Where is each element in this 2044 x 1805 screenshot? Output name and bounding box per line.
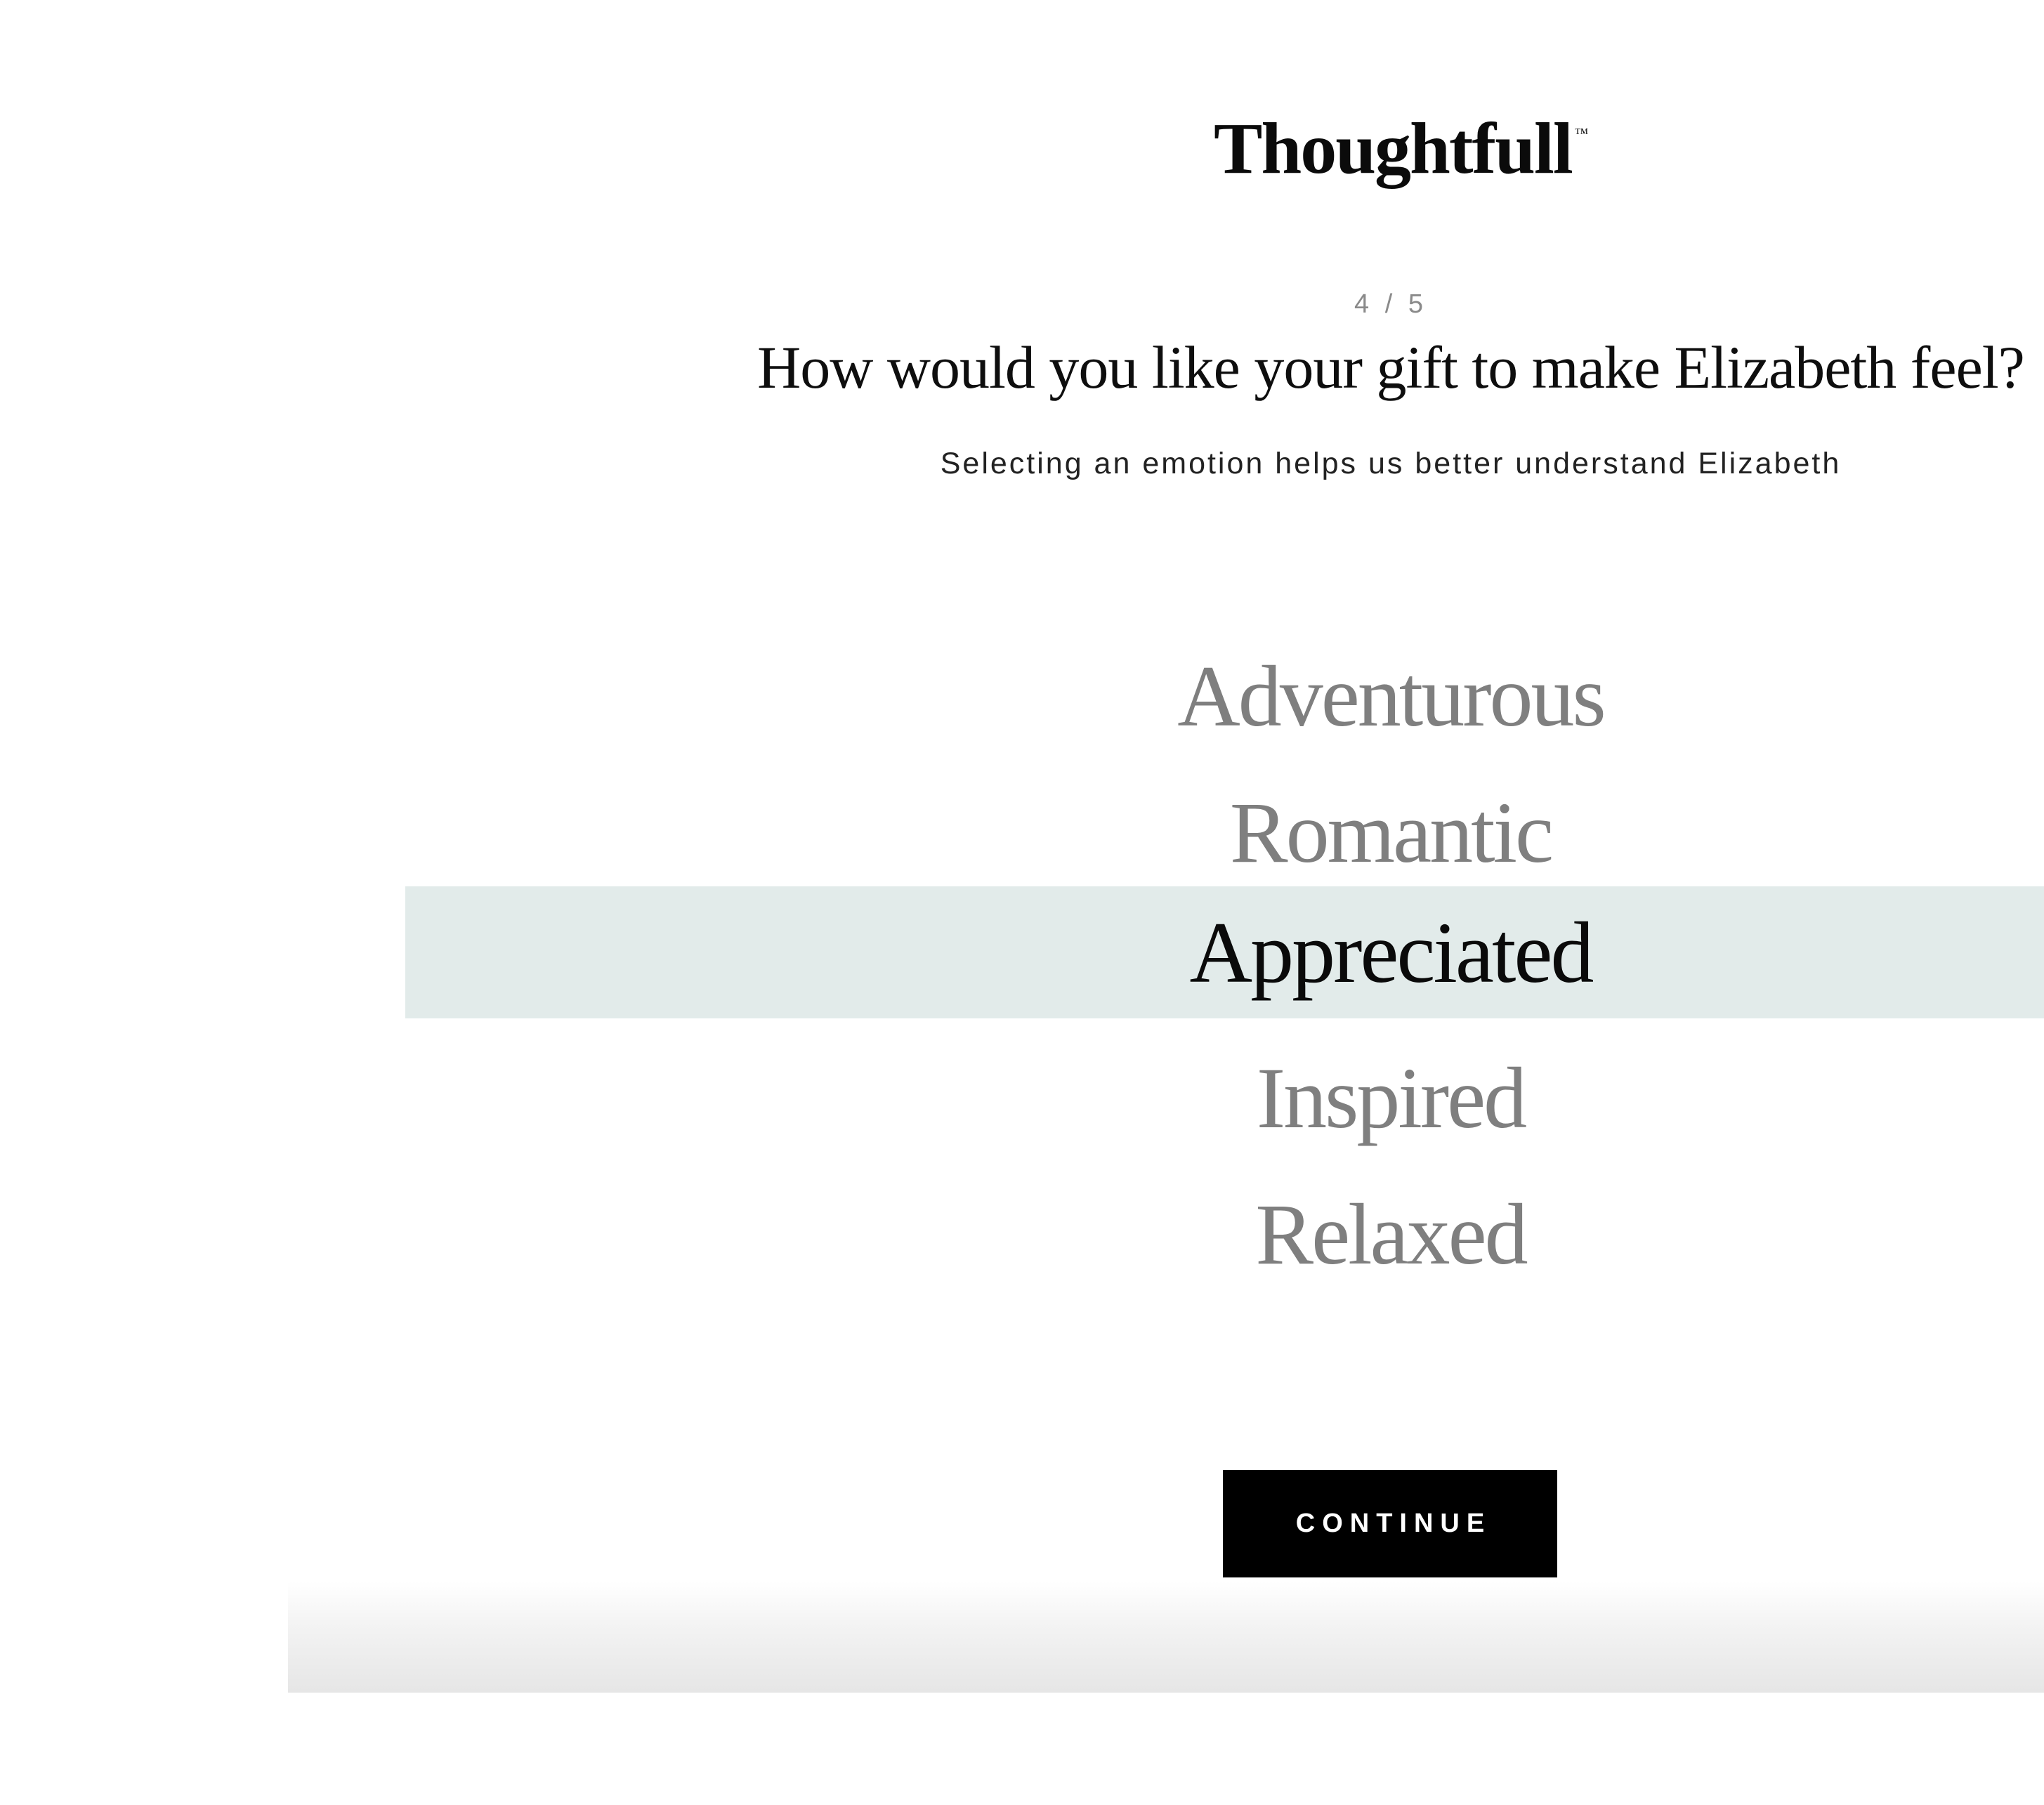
step-progress: 4 / 5 <box>1354 289 1427 319</box>
brand-logo[interactable]: Thoughtfull ™ <box>1214 112 1588 185</box>
question-title: How would you like your gift to make Eli… <box>757 334 2025 401</box>
continue-button[interactable]: CONTINUE <box>1223 1470 1557 1577</box>
emotion-option-relaxed[interactable]: Relaxed <box>1040 1191 1742 1278</box>
question-subtitle: Selecting an emotion helps us better und… <box>940 447 1842 480</box>
bottom-fade <box>288 1582 2044 1693</box>
brand-logo-text: Thoughtfull <box>1214 108 1573 189</box>
trademark-symbol: ™ <box>1574 126 1589 141</box>
emotion-option-adventurous[interactable]: Adventurous <box>1040 653 1742 740</box>
emotion-option-appreciated[interactable]: Appreciated <box>1040 910 1742 997</box>
emotion-option-romantic[interactable]: Romantic <box>1040 789 1742 877</box>
emotion-option-inspired[interactable]: Inspired <box>1040 1055 1742 1142</box>
